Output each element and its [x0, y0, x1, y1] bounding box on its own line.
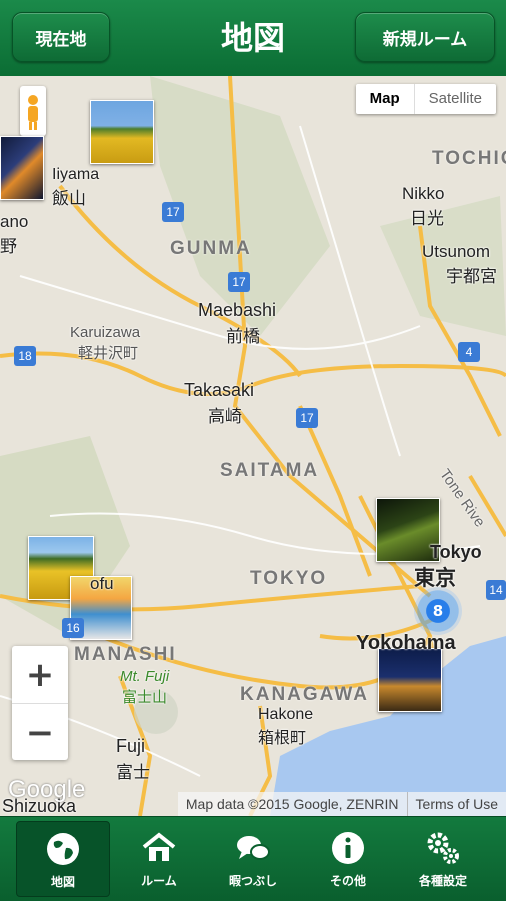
place-nagano-jp: 野: [0, 237, 17, 256]
map-type-satellite-button[interactable]: Satellite: [415, 84, 496, 114]
map-data-text: Map data ©2015 Google, ZENRIN: [185, 796, 399, 812]
info-icon: [332, 832, 364, 864]
zoom-out-button[interactable]: −: [12, 704, 68, 761]
globe-icon: [47, 833, 79, 865]
place-fuji-jp: 富士: [116, 763, 150, 782]
route-17-shield: 17: [296, 408, 318, 428]
place-hakone-en: Hakone: [258, 706, 314, 723]
place-kofu: ofu: [90, 574, 114, 593]
tab-label: 地図: [50, 875, 75, 889]
region-tokyo: TOKYO: [250, 568, 328, 589]
region-gunma: GUNMA: [170, 238, 252, 259]
tab-room[interactable]: ルーム: [112, 821, 206, 897]
bottom-tab-bar: 地図 ルーム 暇つぶし その他 各種設定: [0, 816, 506, 901]
route-16-shield: 16: [62, 618, 84, 638]
app-header: 現在地 地図 新規ルーム: [0, 0, 506, 76]
tab-label: 暇つぶし: [228, 874, 277, 888]
chat-icon: [237, 836, 270, 860]
region-saitama: SAITAMA: [220, 460, 320, 481]
place-takasaki-jp: 高崎: [208, 407, 242, 426]
place-iiyama-jp: 飯山: [52, 189, 86, 208]
tab-time-killer[interactable]: 暇つぶし: [206, 821, 300, 897]
route-18-shield: 18: [14, 346, 36, 366]
photo-cluster-marker[interactable]: 8: [414, 587, 462, 635]
place-utsunomiya-en: Utsunom: [422, 242, 491, 261]
tab-label: 各種設定: [418, 874, 467, 888]
new-room-button[interactable]: 新規ルーム: [355, 12, 495, 62]
region-yamanashi: MANASHI: [74, 644, 177, 665]
route-17-shield: 17: [228, 272, 250, 292]
map-view[interactable]: Map Satellite 8 Iiyama 飯山 ano 野 TOCHIG N…: [0, 76, 506, 816]
place-utsunomiya-jp: 宇都宮: [446, 267, 497, 286]
gears-icon: [427, 832, 459, 864]
house-icon: [142, 832, 176, 861]
place-maebashi-jp: 前橋: [226, 327, 260, 346]
route-14-shield: 14: [486, 580, 506, 600]
place-mt-fuji-en: Mt. Fuji: [120, 668, 170, 685]
photo-thumbnail-night[interactable]: [0, 136, 44, 200]
place-maebashi-en: Maebashi: [198, 300, 277, 320]
tab-settings[interactable]: 各種設定: [396, 821, 490, 897]
place-takasaki-en: Takasaki: [184, 380, 255, 400]
region-kanagawa: KANAGAWA: [240, 684, 369, 705]
place-nikko-en: Nikko: [402, 184, 445, 203]
current-location-button[interactable]: 現在地: [12, 12, 110, 62]
google-logo: Google: [8, 776, 86, 803]
zoom-in-button[interactable]: +: [12, 646, 68, 704]
place-iiyama-en: Iiyama: [52, 166, 100, 183]
region-tochigi: TOCHIG: [432, 148, 506, 169]
tab-map[interactable]: 地図: [16, 821, 110, 897]
photo-thumbnail-sunflowers[interactable]: [90, 100, 154, 164]
place-mt-fuji-jp: 富士山: [122, 689, 168, 706]
map-attribution: Map data ©2015 Google, ZENRIN Terms of U…: [177, 792, 506, 816]
place-fuji-en: Fuji: [116, 736, 146, 756]
map-type-map-button[interactable]: Map: [356, 84, 415, 114]
cluster-count: 8: [432, 602, 444, 620]
place-karuizawa-en: Karuizawa: [70, 324, 141, 341]
route-4-shield: 4: [458, 342, 480, 362]
map-type-control: Map Satellite: [355, 84, 496, 114]
route-17-shield: 17: [162, 202, 184, 222]
photo-thumbnail-night-city[interactable]: [378, 648, 442, 712]
terms-of-use-link[interactable]: Terms of Use: [406, 792, 506, 816]
tab-label: その他: [329, 874, 366, 888]
place-karuizawa-jp: 軽井沢町: [78, 345, 139, 362]
tab-other[interactable]: その他: [301, 821, 395, 897]
pegman-icon[interactable]: [20, 86, 46, 136]
zoom-control: + −: [12, 646, 68, 760]
place-nagano-en: ano: [0, 212, 29, 231]
place-hakone-jp: 箱根町: [258, 730, 307, 747]
place-tokyo-jp: 東京: [414, 567, 456, 590]
place-yokohama: Yokohama: [356, 632, 456, 654]
place-tokyo-en: Tokyo: [430, 542, 482, 562]
tab-label: ルーム: [141, 874, 177, 888]
place-nikko-jp: 日光: [410, 209, 444, 228]
page-title: 地図: [220, 19, 285, 57]
